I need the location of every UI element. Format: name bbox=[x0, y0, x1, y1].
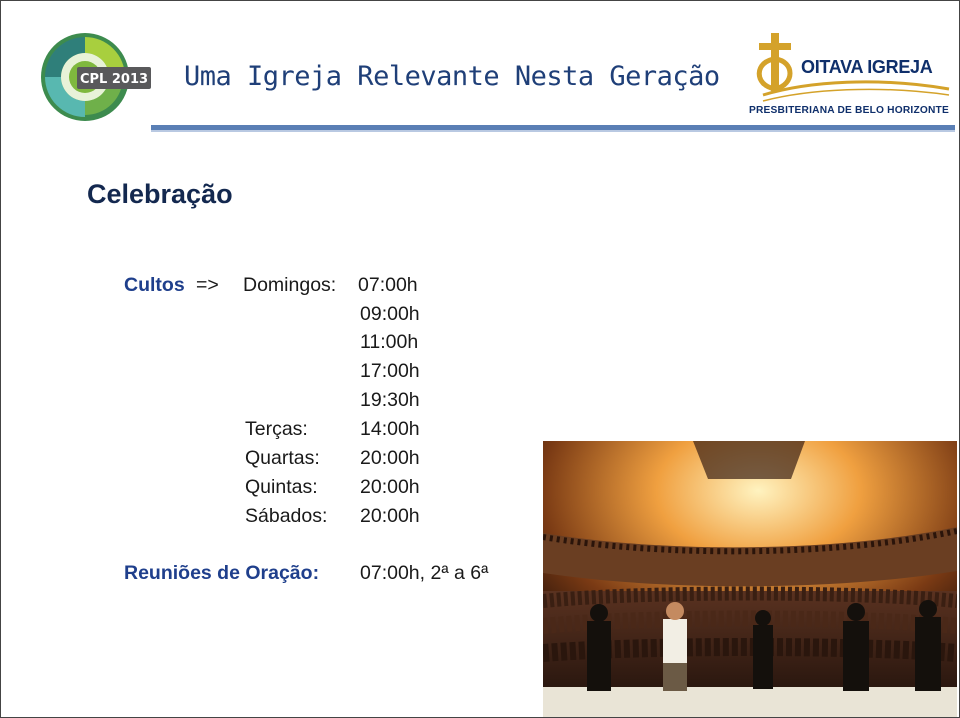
prayer-value: 07:00h, 2ª a 6ª bbox=[360, 562, 489, 584]
congregation-photo bbox=[543, 441, 957, 717]
schedule-day: Domingos: bbox=[243, 274, 337, 296]
cultos-arrow: => bbox=[196, 274, 219, 296]
schedule-day: Quintas: bbox=[245, 476, 318, 498]
schedule-day: Sábados: bbox=[245, 505, 328, 527]
schedule-time: 17:00h bbox=[360, 360, 420, 382]
slide-title: Celebração bbox=[87, 179, 233, 209]
schedule-day: Terças: bbox=[245, 418, 308, 440]
church-subtitle: PRESBITERIANA DE BELO HORIZONTE bbox=[749, 105, 949, 116]
schedule-time: 14:00h bbox=[360, 418, 420, 440]
schedule-time: 20:00h bbox=[360, 447, 420, 469]
schedule-time: 07:00h bbox=[358, 274, 418, 296]
schedule-day: Quartas: bbox=[245, 447, 320, 469]
schedule-time: 09:00h bbox=[360, 303, 420, 325]
cpl-2013-logo: CPL 2013 bbox=[41, 33, 151, 121]
prayer-label: Reuniões de Oração: bbox=[124, 562, 320, 584]
schedule-time: 20:00h bbox=[360, 476, 420, 498]
tagline: Uma Igreja Relevante Nesta Geração bbox=[184, 61, 720, 92]
header-divider-light bbox=[151, 130, 955, 132]
schedule-time: 19:30h bbox=[360, 389, 420, 411]
church-name: OITAVA IGREJA bbox=[801, 57, 933, 77]
slide: CPL 2013 Uma Igreja Relevante Nesta Gera… bbox=[0, 0, 960, 718]
cultos-label: Cultos bbox=[124, 274, 185, 296]
schedule-time: 20:00h bbox=[360, 505, 420, 527]
schedule-time: 11:00h bbox=[360, 331, 419, 353]
cpl-logo-text: CPL 2013 bbox=[80, 72, 148, 87]
